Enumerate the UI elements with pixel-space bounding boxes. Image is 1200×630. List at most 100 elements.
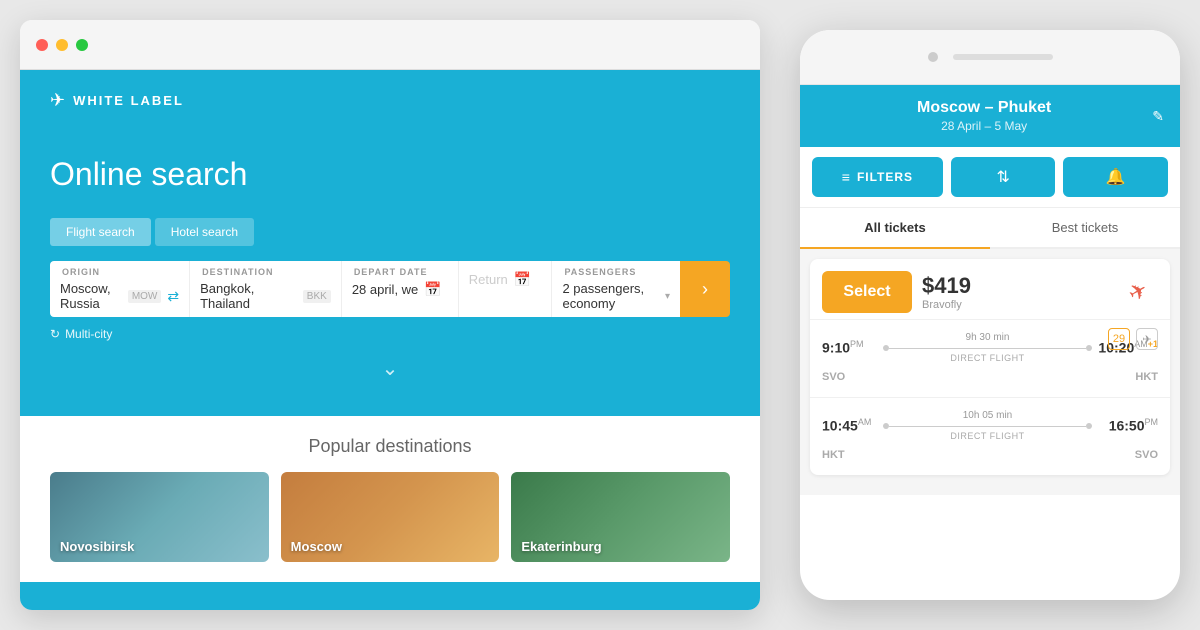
cabin-icon: ✈ xyxy=(1136,328,1158,350)
destination-code: BKK xyxy=(303,290,331,303)
return-calendar-icon: 📅 xyxy=(514,271,531,288)
duration-1: 9h 30 min xyxy=(966,332,1010,343)
desktop-browser: ✈ WHITE LABEL Online search Flight searc… xyxy=(20,20,760,610)
origin-code: MOW xyxy=(128,290,162,303)
dest-card-novosibirsk[interactable]: Novosibirsk xyxy=(50,472,269,562)
flight-line-2: 10h 05 min DIRECT FLIGHT xyxy=(883,410,1092,441)
browser-chrome xyxy=(20,20,760,70)
sort-icon: ⇅ xyxy=(996,169,1009,186)
edit-button[interactable]: ✎ xyxy=(1152,108,1164,125)
airport-row-1: SVO HKT xyxy=(822,367,1158,387)
route-title: Moscow – Phuket xyxy=(816,99,1152,117)
ticket-price: $419 xyxy=(922,273,1108,299)
to-airport-2: SVO xyxy=(1123,449,1158,461)
mobile-route: Moscow – Phuket 28 April – 5 May xyxy=(816,99,1152,133)
search-form: ORIGIN Moscow, Russia MOW ⇄ DESTINATION … xyxy=(50,261,730,317)
phone-bar xyxy=(953,54,1053,60)
dest-label-novosibirsk: Novosibirsk xyxy=(60,539,134,554)
app-logo: ✈ WHITE LABEL xyxy=(50,90,184,111)
airline-icon: ✈ xyxy=(1124,276,1153,308)
multi-city-link[interactable]: ↻ Multi-city xyxy=(50,327,730,341)
depart-label: DEPART DATE xyxy=(342,261,458,279)
return-label xyxy=(459,261,552,269)
route-dates: 28 April – 5 May xyxy=(816,119,1152,133)
depart-value: 28 april, we 📅 xyxy=(342,279,458,304)
segment-icons-1: 29 ✈ xyxy=(1108,328,1158,350)
search-button[interactable]: › xyxy=(680,261,730,317)
filters-button[interactable]: ≡ FILTERS xyxy=(812,157,943,197)
browser-dot-yellow[interactable] xyxy=(56,39,68,51)
depart-time-2: 10:45AM xyxy=(822,417,877,434)
popular-title: Popular destinations xyxy=(50,436,730,457)
passengers-label: PASSENGERS xyxy=(552,261,680,279)
flight-row-2: 10:45AM 10h 05 min DIRECT FLIGHT xyxy=(822,406,1158,445)
tab-all-tickets[interactable]: All tickets xyxy=(800,208,990,249)
passengers-field[interactable]: PASSENGERS 2 passengers, economy ▾ xyxy=(552,261,680,317)
depart-time-1: 9:10PM xyxy=(822,339,877,356)
plane-icon: ✈ xyxy=(50,90,65,111)
ticket-segment-2: 10:45AM 10h 05 min DIRECT FLIGHT xyxy=(810,397,1170,475)
browser-dot-red[interactable] xyxy=(36,39,48,51)
calendar-icon: 📅 xyxy=(424,281,441,298)
destination-field[interactable]: DESTINATION Bangkok, Thailand BKK xyxy=(190,261,342,317)
dest-card-moscow[interactable]: Moscow xyxy=(281,472,500,562)
sort-button[interactable]: ⇅ xyxy=(951,157,1056,197)
from-airport-1: SVO xyxy=(822,371,857,383)
dest-label-ekaterinburg: Ekaterinburg xyxy=(521,539,601,554)
tab-flight-search[interactable]: Flight search xyxy=(50,218,151,246)
flight-line-1: 9h 30 min DIRECT FLIGHT xyxy=(883,332,1092,363)
tab-best-tickets[interactable]: Best tickets xyxy=(990,208,1180,249)
destination-cards: Novosibirsk Moscow Ekaterinburg xyxy=(50,472,730,562)
select-button[interactable]: Select xyxy=(822,271,912,313)
origin-label: ORIGIN xyxy=(50,261,189,279)
ticket-card: Select $419 Bravofly ✈ 29 xyxy=(810,259,1170,475)
search-tabs: Flight search Hotel search xyxy=(50,218,730,246)
dest-card-ekaterinburg[interactable]: Ekaterinburg xyxy=(511,472,730,562)
destination-label: DESTINATION xyxy=(190,261,341,279)
phone-camera xyxy=(928,52,938,62)
phone-content: Moscow – Phuket 28 April – 5 May ✎ ≡ FIL… xyxy=(800,85,1180,600)
logo-text: WHITE LABEL xyxy=(73,93,184,108)
mobile-tabs: All tickets Best tickets xyxy=(800,208,1180,249)
browser-dot-green[interactable] xyxy=(76,39,88,51)
destination-value: Bangkok, Thailand BKK xyxy=(190,279,341,317)
mobile-filters: ≡ FILTERS ⇅ 🔔 xyxy=(800,147,1180,208)
filters-icon: ≡ xyxy=(842,169,851,185)
bell-button[interactable]: 🔔 xyxy=(1063,157,1168,197)
scene: ✈ WHITE LABEL Online search Flight searc… xyxy=(0,0,1200,630)
phone-chrome xyxy=(800,30,1180,85)
mobile-header: Moscow – Phuket 28 April – 5 May ✎ xyxy=(800,85,1180,147)
ticket-segment-1: 29 ✈ 9:10PM 9h 30 min xyxy=(810,319,1170,397)
bell-icon: 🔔 xyxy=(1106,169,1126,186)
refresh-icon: ↻ xyxy=(50,327,60,341)
from-airport-2: HKT xyxy=(822,449,857,461)
to-airport-1: HKT xyxy=(1123,371,1158,383)
luggage-icon: 29 xyxy=(1108,328,1130,350)
popular-section: Popular destinations Novosibirsk Moscow … xyxy=(20,416,760,582)
browser-content: ✈ WHITE LABEL Online search Flight searc… xyxy=(20,70,760,610)
passengers-value: 2 passengers, economy ▾ xyxy=(552,279,680,317)
airport-row-2: HKT SVO xyxy=(822,445,1158,465)
dest-label-moscow: Moscow xyxy=(291,539,342,554)
chevron-down-icon[interactable]: ⌄ xyxy=(50,341,730,396)
arrive-time-2: 16:50PM xyxy=(1098,417,1158,434)
airline-logo: ✈ xyxy=(1118,280,1158,305)
ticket-top: Select $419 Bravofly ✈ xyxy=(810,259,1170,319)
duration-2: 10h 05 min xyxy=(963,410,1012,421)
app-header: ✈ WHITE LABEL xyxy=(20,70,760,126)
mobile-phone: Moscow – Phuket 28 April – 5 May ✎ ≡ FIL… xyxy=(800,30,1180,600)
swap-icon[interactable]: ⇄ xyxy=(167,288,179,305)
depart-date-field[interactable]: DEPART DATE 28 april, we 📅 xyxy=(342,261,459,317)
origin-field[interactable]: ORIGIN Moscow, Russia MOW ⇄ xyxy=(50,261,190,317)
origin-value: Moscow, Russia MOW ⇄ xyxy=(50,279,189,317)
tab-hotel-search[interactable]: Hotel search xyxy=(155,218,254,246)
tickets-list: Select $419 Bravofly ✈ 29 xyxy=(800,249,1180,495)
flight-type-1: DIRECT FLIGHT xyxy=(950,353,1024,363)
ticket-price-info: $419 Bravofly xyxy=(922,273,1108,311)
flight-type-2: DIRECT FLIGHT xyxy=(950,431,1024,441)
return-value: Return 📅 xyxy=(459,269,552,294)
ticket-provider: Bravofly xyxy=(922,299,1108,311)
hero-title: Online search xyxy=(50,156,730,193)
hero-section: Online search Flight search Hotel search… xyxy=(20,126,760,416)
return-date-field[interactable]: Return 📅 xyxy=(459,261,553,317)
